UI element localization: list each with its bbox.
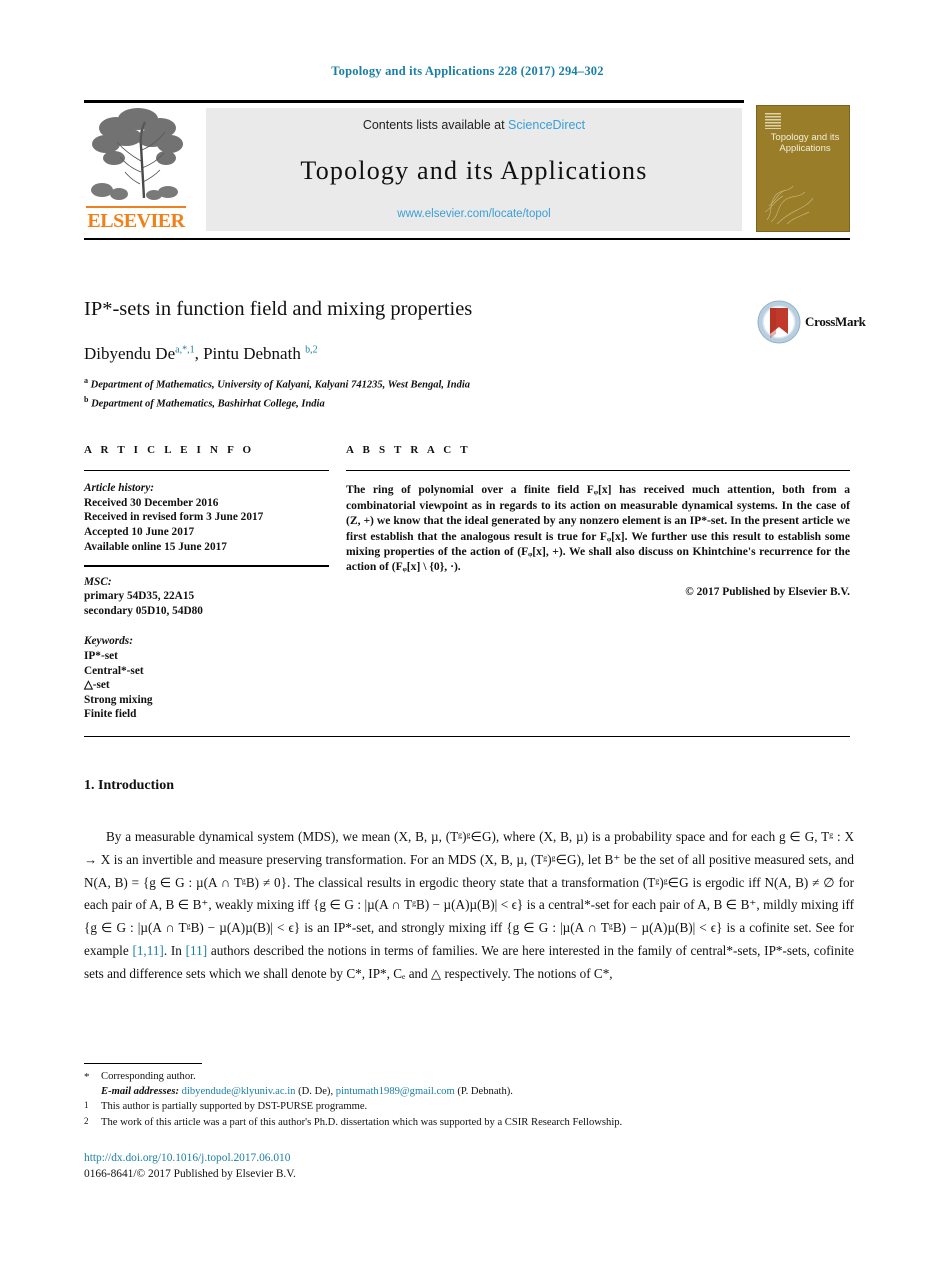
- article-info-rule: [84, 470, 329, 472]
- affiliation-b-text: Department of Mathematics, Bashirhat Col…: [91, 398, 325, 409]
- abstract-copyright: © 2017 Published by Elsevier B.V.: [685, 585, 850, 598]
- keywords-label: Keywords:: [84, 635, 133, 648]
- keyword-item: IP*-set: [84, 649, 118, 662]
- email-addresses-label: E-mail addresses:: [101, 1086, 179, 1098]
- page-title: IP*-sets in function field and mixing pr…: [84, 298, 473, 320]
- footnote-2: 2 The work of this article was a part of…: [84, 1115, 864, 1130]
- footnote-emails: E-mail addresses: dibyendude@klyuniv.ac.…: [84, 1084, 864, 1099]
- info-abstract-bottom-rule: [84, 736, 850, 738]
- email-link-debnath[interactable]: pintumath1989@gmail.com: [336, 1086, 455, 1097]
- msc-group: MSC: primary 54D35, 22A15 secondary 05D1…: [84, 575, 329, 619]
- cover-elsevier-mark-icon: [765, 113, 781, 129]
- abstract-heading: A B S T R A C T: [346, 444, 471, 456]
- footnote-2-mark: 2: [84, 1115, 89, 1126]
- affiliation-list: a Department of Mathematics, University …: [84, 374, 784, 411]
- intro-text-part-1: By a measurable dynamical system (MDS), …: [84, 829, 854, 958]
- title-block: IP*-sets in function field and mixing pr…: [84, 296, 744, 322]
- citation-ref-11[interactable]: [11]: [186, 943, 207, 958]
- intro-text-mid: . In: [163, 942, 186, 958]
- msc-divider-rule: [84, 565, 329, 567]
- affiliation-a-text: Department of Mathematics, University of…: [90, 379, 470, 391]
- footnote-corresponding-text: Corresponding author.: [101, 1071, 196, 1082]
- masthead-top-rule: [84, 100, 744, 103]
- footnote-2-text: The work of this article was a part of t…: [101, 1116, 623, 1128]
- keyword-item: Finite field: [84, 708, 137, 721]
- abstract-rule: [346, 470, 850, 472]
- affiliation-a: a Department of Mathematics, University …: [84, 374, 784, 393]
- crossmark-label: CrossMark: [805, 314, 866, 329]
- abstract-column: A B S T R A C T The ring of polynomial o…: [346, 444, 850, 598]
- journal-homepage-link[interactable]: www.elsevier.com/locate/topol: [206, 208, 742, 220]
- abstract-body: The ring of polynomial over a finite fie…: [346, 483, 850, 574]
- crossmark-badge[interactable]: CrossMark: [757, 300, 869, 346]
- author-list: Dibyendu Dea,*,1, Pintu Debnath b,2: [84, 344, 318, 364]
- contents-prefix: Contents lists available at: [362, 118, 509, 132]
- journal-cover-thumbnail: Topology and its Applications: [756, 105, 850, 232]
- contents-panel: Contents lists available at ScienceDirec…: [206, 108, 742, 231]
- author-1-name: Dibyendu De: [84, 344, 176, 363]
- footnote-separator-rule: [84, 1063, 202, 1065]
- email-link-de[interactable]: dibyendude@klyuniv.ac.in: [182, 1086, 296, 1097]
- history-accepted: Accepted 10 June 2017: [84, 526, 195, 539]
- article-info-column: A R T I C L E I N F O Article history: R…: [84, 444, 329, 722]
- history-received: Received 30 December 2016: [84, 496, 219, 509]
- footnote-1-mark: 1: [84, 1100, 89, 1111]
- section-heading-introduction: 1. Introduction: [84, 778, 174, 793]
- article-history-label: Article history:: [84, 482, 154, 495]
- journal-title: Topology and its Applications: [300, 156, 648, 185]
- msc-primary: primary 54D35, 22A15: [84, 590, 195, 603]
- keyword-item: Strong mixing: [84, 693, 153, 706]
- journal-masthead: ELSEVIER Contents lists available at Sci…: [84, 100, 850, 240]
- running-head: Topology and its Applications 228 (2017)…: [331, 64, 604, 78]
- footnote-block: * Corresponding author. E-mail addresses…: [84, 1069, 864, 1130]
- sciencedirect-link[interactable]: ScienceDirect: [508, 118, 585, 132]
- introduction-paragraph: By a measurable dynamical system (MDS), …: [84, 826, 854, 986]
- paper-page: Topology and its Applications 228 (2017)…: [0, 0, 935, 1266]
- email-owner-debnath: (P. Debnath).: [454, 1086, 513, 1098]
- elsevier-wordmark: ELSEVIER: [87, 210, 185, 232]
- article-history-group: Article history: Received 30 December 20…: [84, 481, 329, 554]
- footnote-1: 1 This author is partially supported by …: [84, 1099, 864, 1114]
- footnote-1-text: This author is partially supported by DS…: [101, 1101, 368, 1113]
- history-online: Available online 15 June 2017: [84, 540, 227, 553]
- doi-block: http://dx.doi.org/10.1016/j.topol.2017.0…: [84, 1150, 296, 1182]
- contents-available-line: Contents lists available at ScienceDirec…: [206, 118, 742, 132]
- cover-title-text: Topology and its Applications: [770, 132, 840, 154]
- keyword-item: Central*-set: [84, 664, 144, 677]
- masthead-bottom-rule: [84, 238, 850, 240]
- elsevier-logo: ELSEVIER: [84, 106, 188, 234]
- history-revised: Received in revised form 3 June 2017: [84, 511, 264, 524]
- msc-secondary: secondary 05D10, 54D80: [84, 604, 203, 617]
- footnote-star-mark: *: [84, 1071, 90, 1083]
- keywords-group: Keywords: IP*-set Central*-set △-set Str…: [84, 634, 329, 722]
- author-2-name: , Pintu Debnath: [194, 344, 306, 363]
- affiliation-b: b Department of Mathematics, Bashirhat C…: [84, 393, 784, 412]
- footnote-corresponding-author: * Corresponding author.: [84, 1069, 864, 1084]
- author-1-affiliation-marks[interactable]: a,*,1: [175, 344, 194, 355]
- issn-copyright-line: 0166-8641/© 2017 Published by Elsevier B…: [84, 1168, 296, 1180]
- email-owner-de: (D. De),: [295, 1086, 336, 1098]
- msc-label: MSC:: [84, 575, 112, 588]
- cover-artwork: [763, 182, 815, 226]
- article-info-heading: A R T I C L E I N F O: [84, 444, 255, 456]
- citation-ref-1-11[interactable]: [1,11]: [132, 943, 163, 958]
- keyword-item: △-set: [84, 679, 110, 692]
- author-2-affiliation-marks[interactable]: b,2: [305, 344, 318, 355]
- elsevier-rule: [86, 206, 186, 208]
- crossmark-icon: [757, 300, 801, 344]
- elsevier-tree-icon: [86, 106, 186, 203]
- affiliation-a-mark: a: [84, 376, 88, 385]
- doi-link[interactable]: http://dx.doi.org/10.1016/j.topol.2017.0…: [84, 1150, 296, 1166]
- affiliation-b-mark: b: [84, 394, 89, 404]
